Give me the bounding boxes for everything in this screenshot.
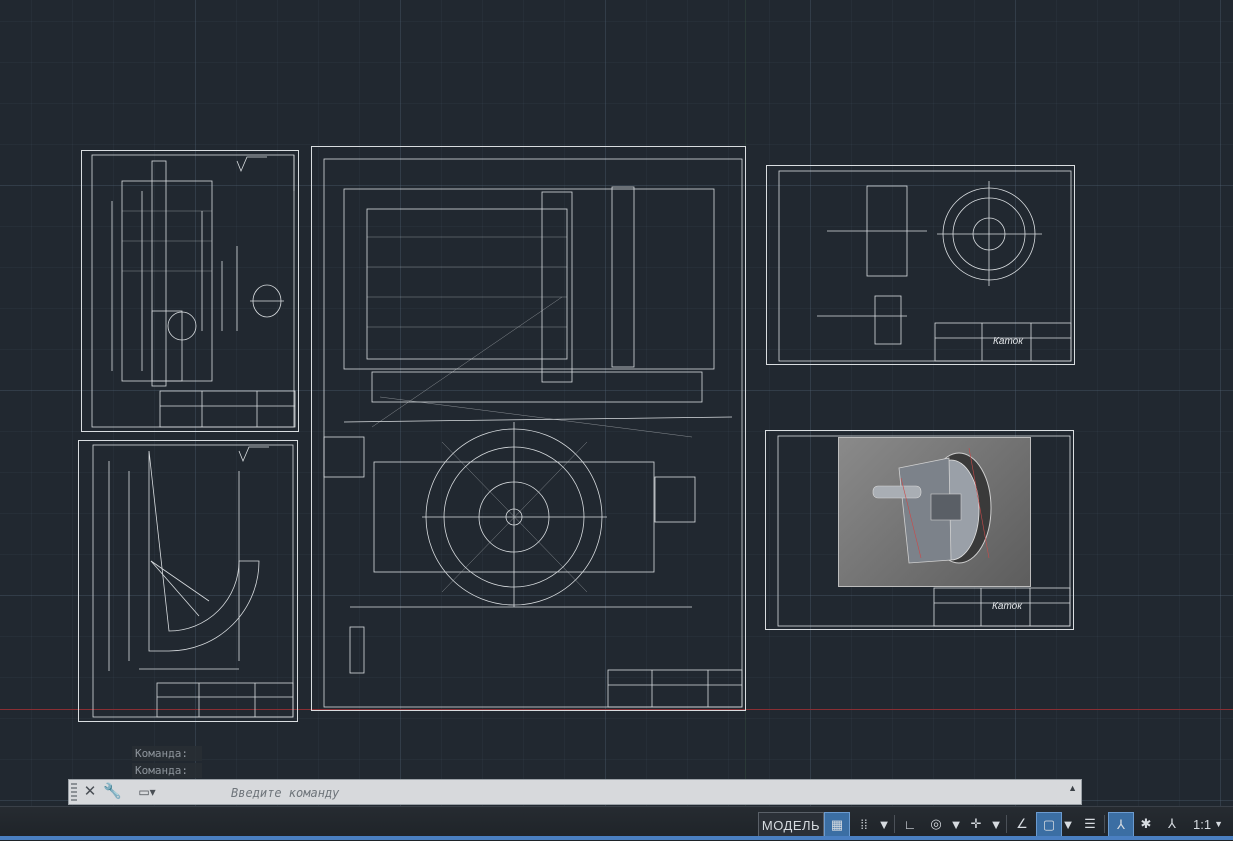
drawing-sheet-katok-1[interactable]: Каток	[766, 165, 1075, 365]
3d-render-viewport	[838, 437, 1031, 587]
katok-1-drawing	[778, 170, 1072, 362]
command-history: Команда: Команда:	[132, 746, 202, 780]
polar-tracking-icon[interactable]: ◎	[924, 812, 948, 836]
close-icon[interactable]: ✕	[81, 782, 99, 802]
angle-icon[interactable]: ∠	[1010, 812, 1034, 836]
chevron-down-icon[interactable]: ▼	[990, 812, 1003, 836]
katok-1-title: Каток	[993, 336, 1023, 347]
command-history-line: Команда:	[132, 763, 202, 778]
annotation-visibility-icon[interactable]: ⅄	[1108, 812, 1134, 838]
command-prompt-icon[interactable]: ▭▾	[133, 782, 161, 802]
expand-history-icon[interactable]: ▲	[1068, 783, 1077, 793]
chevron-down-icon[interactable]: ▼	[878, 812, 891, 836]
object-snap-tracking-icon[interactable]: ✛	[964, 812, 988, 836]
roller-3d-model	[872, 447, 992, 564]
drawing-sheet-assembly[interactable]	[311, 146, 746, 711]
scale-selector[interactable]: 1:1 ▼	[1188, 812, 1228, 836]
object-snap-icon[interactable]: ▢	[1036, 812, 1062, 838]
part-1-drawing	[91, 154, 296, 428]
chevron-down-icon: ▼	[1214, 819, 1223, 829]
part-2-drawing	[92, 444, 294, 718]
status-separator	[1104, 815, 1105, 833]
wrench-icon[interactable]: 🔧	[103, 782, 122, 802]
model-space-button[interactable]: МОДЕЛЬ	[758, 812, 824, 838]
drawing-canvas[interactable]: Каток Каток	[0, 0, 1233, 806]
lineweight-icon[interactable]: ☰	[1078, 812, 1102, 836]
taskbar-edge	[0, 836, 1233, 840]
drawing-sheet-part-2[interactable]	[78, 440, 298, 722]
annotation-scale-icon[interactable]: ⅄	[1160, 812, 1184, 836]
command-history-line: Команда:	[132, 746, 202, 761]
status-separator	[1006, 815, 1007, 833]
drawing-sheet-part-1[interactable]	[81, 150, 299, 432]
scale-label: 1:1	[1193, 816, 1212, 832]
status-separator	[894, 815, 895, 833]
annotation-autoscale-icon[interactable]: ✱	[1134, 812, 1158, 836]
command-input[interactable]	[229, 783, 1053, 803]
grid-icon[interactable]: ▦	[824, 812, 850, 838]
chevron-down-icon[interactable]: ▼	[1062, 812, 1075, 836]
assembly-drawing	[323, 158, 743, 708]
snap-icon[interactable]: ⁞⁞	[852, 812, 876, 836]
ortho-icon[interactable]: ∟	[898, 812, 922, 836]
drag-grip-icon[interactable]	[71, 783, 77, 801]
katok-2-title: Каток	[992, 601, 1022, 612]
command-line[interactable]: ✕ 🔧 ▭▾ ▲	[68, 779, 1082, 805]
chevron-down-icon[interactable]: ▼	[950, 812, 963, 836]
